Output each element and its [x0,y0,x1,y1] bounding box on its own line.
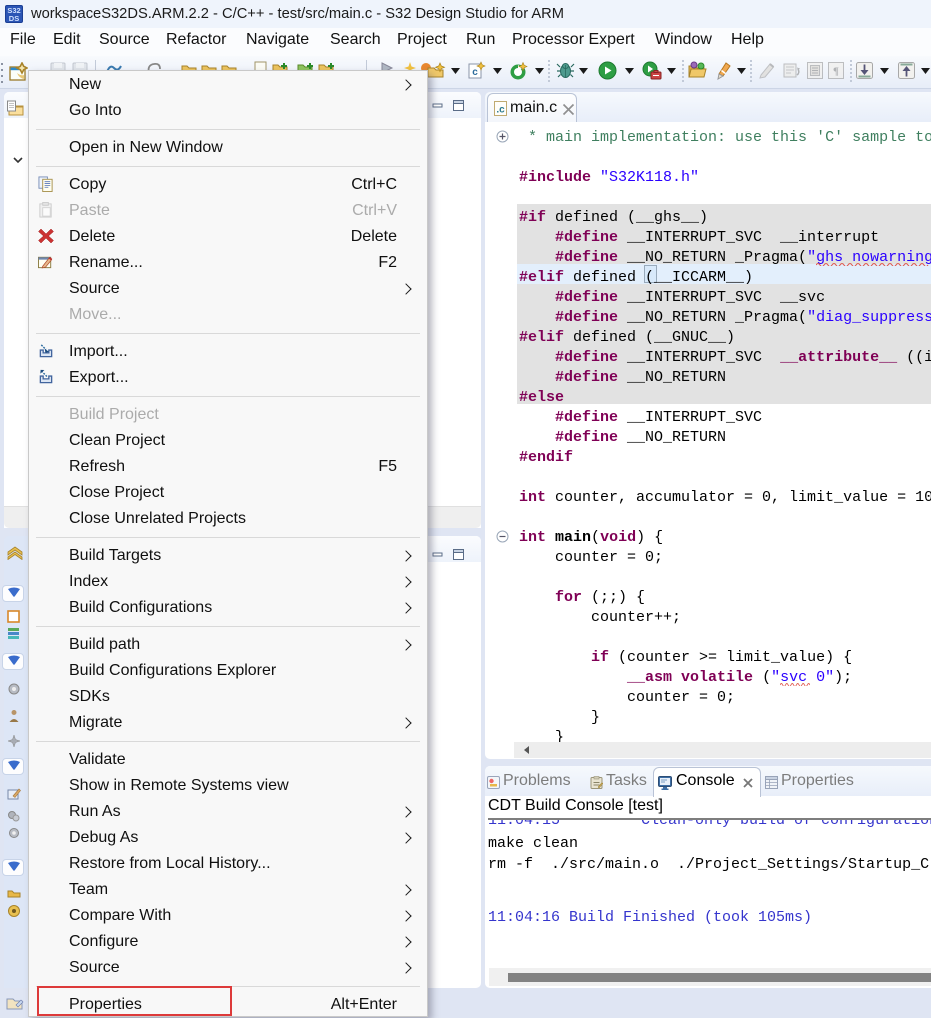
svg-text:.c: .c [496,105,505,116]
svg-text:c: c [472,67,478,78]
svg-text:DS: DS [9,14,19,23]
svg-text:¶: ¶ [833,66,839,78]
